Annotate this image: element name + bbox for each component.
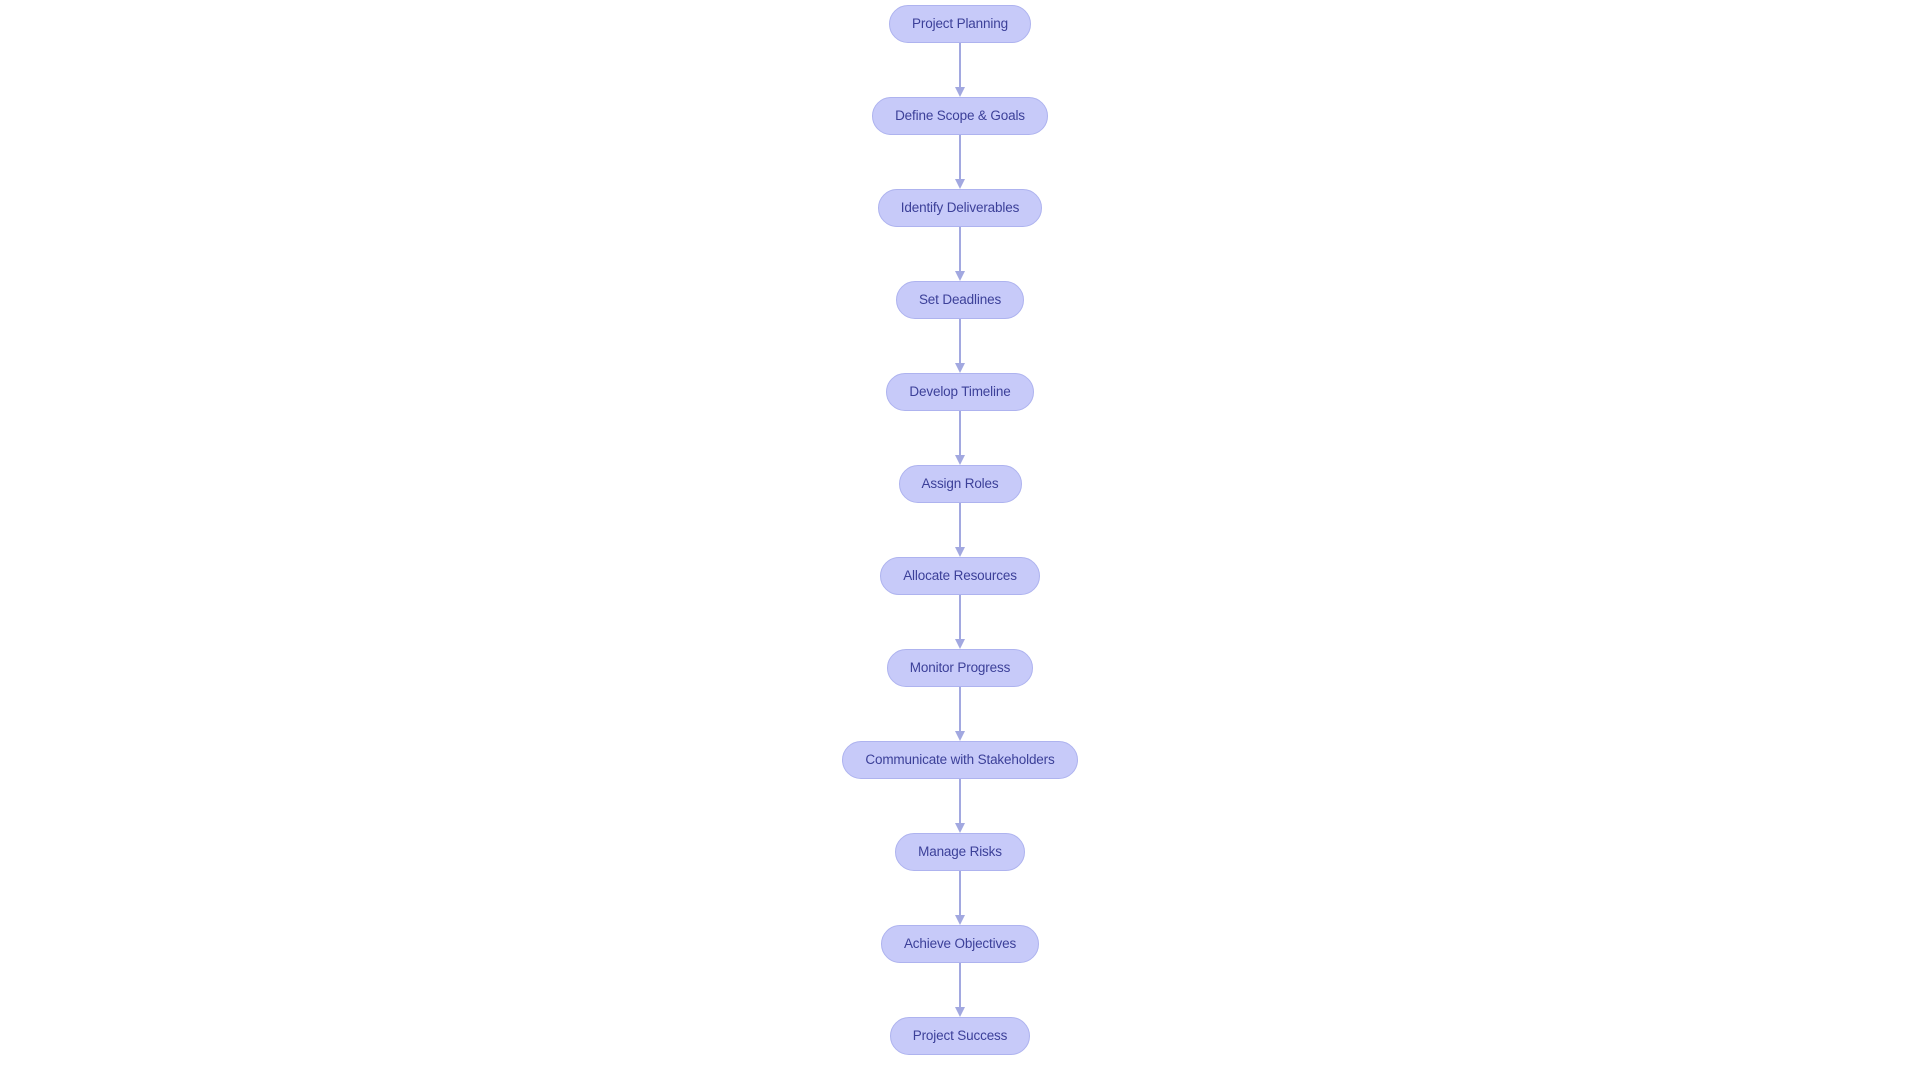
arrowhead-down-icon [955,271,965,281]
flow-arrow-assign-roles-to-allocate-resources [953,503,967,557]
flow-arrow-set-deadlines-to-develop-timeline [953,319,967,373]
flow-arrow-monitor-progress-to-communicate-with-stakeholders [953,687,967,741]
arrowhead-down-icon [955,363,965,373]
connector-line [959,687,961,732]
flowchart-canvas: Project Planning Define Scope & Goals Iden… [0,0,1920,1080]
arrowhead-down-icon [955,87,965,97]
flow-arrow-allocate-resources-to-monitor-progress [953,595,967,649]
connector-line [959,779,961,824]
connector-line [959,43,961,88]
flow-arrow-project-planning-to-define-scope-goals [953,43,967,97]
flow-arrow-define-scope-goals-to-identify-deliverables [953,135,967,189]
connector-line [959,319,961,364]
flow-node-achieve-objectives[interactable]: Achieve Objectives [880,925,1040,963]
flow-node-develop-timeline[interactable]: Develop Timeline [886,373,1034,411]
flowchart-node-chain: Project Planning Define Scope & Goals Iden… [0,5,1920,1055]
flow-node-set-deadlines[interactable]: Set Deadlines [895,281,1025,319]
arrowhead-down-icon [955,1007,965,1017]
arrowhead-down-icon [955,823,965,833]
connector-line [959,503,961,548]
flow-node-communicate-with-stakeholders[interactable]: Communicate with Stakeholders [842,741,1078,779]
flow-arrow-achieve-objectives-to-project-success [953,963,967,1017]
flow-node-project-success[interactable]: Project Success [889,1017,1031,1055]
flow-arrow-manage-risks-to-achieve-objectives [953,871,967,925]
arrowhead-down-icon [955,915,965,925]
flow-node-assign-roles[interactable]: Assign Roles [898,465,1022,503]
arrowhead-down-icon [955,731,965,741]
flow-node-define-scope-goals[interactable]: Define Scope & Goals [872,97,1048,135]
connector-line [959,227,961,272]
arrowhead-down-icon [955,179,965,189]
flow-node-manage-risks[interactable]: Manage Risks [895,833,1025,871]
arrowhead-down-icon [955,639,965,649]
flow-node-project-planning[interactable]: Project Planning [889,5,1031,43]
connector-line [959,871,961,916]
flow-node-identify-deliverables[interactable]: Identify Deliverables [877,189,1043,227]
flow-arrow-communicate-with-stakeholders-to-manage-risks [953,779,967,833]
flow-arrow-identify-deliverables-to-set-deadlines [953,227,967,281]
flow-node-monitor-progress[interactable]: Monitor Progress [886,649,1034,687]
connector-line [959,595,961,640]
connector-line [959,411,961,456]
arrowhead-down-icon [955,547,965,557]
connector-line [959,963,961,1008]
flow-node-allocate-resources[interactable]: Allocate Resources [880,557,1040,595]
arrowhead-down-icon [955,455,965,465]
connector-line [959,135,961,180]
flow-arrow-develop-timeline-to-assign-roles [953,411,967,465]
